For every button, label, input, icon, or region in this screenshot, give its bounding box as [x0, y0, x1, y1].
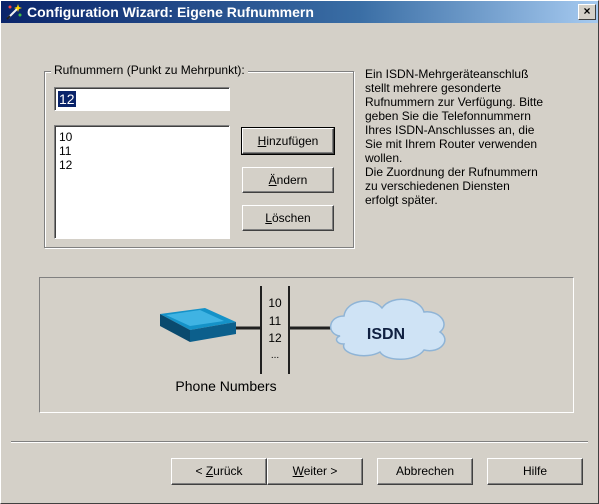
back-button[interactable]: < Zurück [171, 458, 267, 485]
title-bar[interactable]: Configuration Wizard: Eigene Rufnummern … [1, 1, 598, 23]
magic-wand-icon [6, 4, 22, 20]
window-title: Configuration Wizard: Eigene Rufnummern [27, 4, 314, 20]
diagram-number: 11 [269, 314, 282, 328]
diagram-number: 12 [268, 331, 282, 345]
list-item[interactable]: 12 [55, 158, 229, 172]
router-icon [160, 308, 236, 342]
close-button[interactable]: × [578, 4, 596, 20]
close-icon: × [583, 4, 591, 18]
diagram-number: ... [271, 350, 279, 361]
diagram-number: 10 [268, 296, 282, 310]
description-text: Ein ISDN-Mehrgeräteanschluß stellt mehre… [365, 67, 544, 207]
help-button[interactable]: Hilfe [487, 458, 583, 485]
change-button[interactable]: Ändern [242, 167, 334, 193]
list-item[interactable]: 10 [55, 130, 229, 144]
isdn-label: ISDN [367, 326, 405, 343]
add-button[interactable]: Hinzufügen [241, 127, 335, 155]
phone-number-input[interactable]: 12 [54, 87, 230, 111]
phone-number-input-value: 12 [58, 91, 76, 107]
next-button[interactable]: Weiter > [267, 458, 363, 485]
connection-illustration: 10 11 12 ... ISDN Phone Numbers [39, 277, 574, 413]
delete-button[interactable]: Löschen [242, 205, 334, 231]
separator [11, 441, 588, 443]
connection-diagram: 10 11 12 ... ISDN Phone Numbers [160, 286, 446, 394]
phone-number-list[interactable]: 10 11 12 [54, 125, 230, 239]
configuration-wizard-window: Configuration Wizard: Eigene Rufnummern … [0, 0, 599, 504]
phone-numbers-group-label: Rufnummern (Punkt zu Mehrpunkt): [51, 63, 248, 77]
list-item[interactable]: 11 [55, 144, 229, 158]
phone-numbers-caption: Phone Numbers [175, 378, 276, 394]
cancel-button[interactable]: Abbrechen [377, 458, 473, 485]
